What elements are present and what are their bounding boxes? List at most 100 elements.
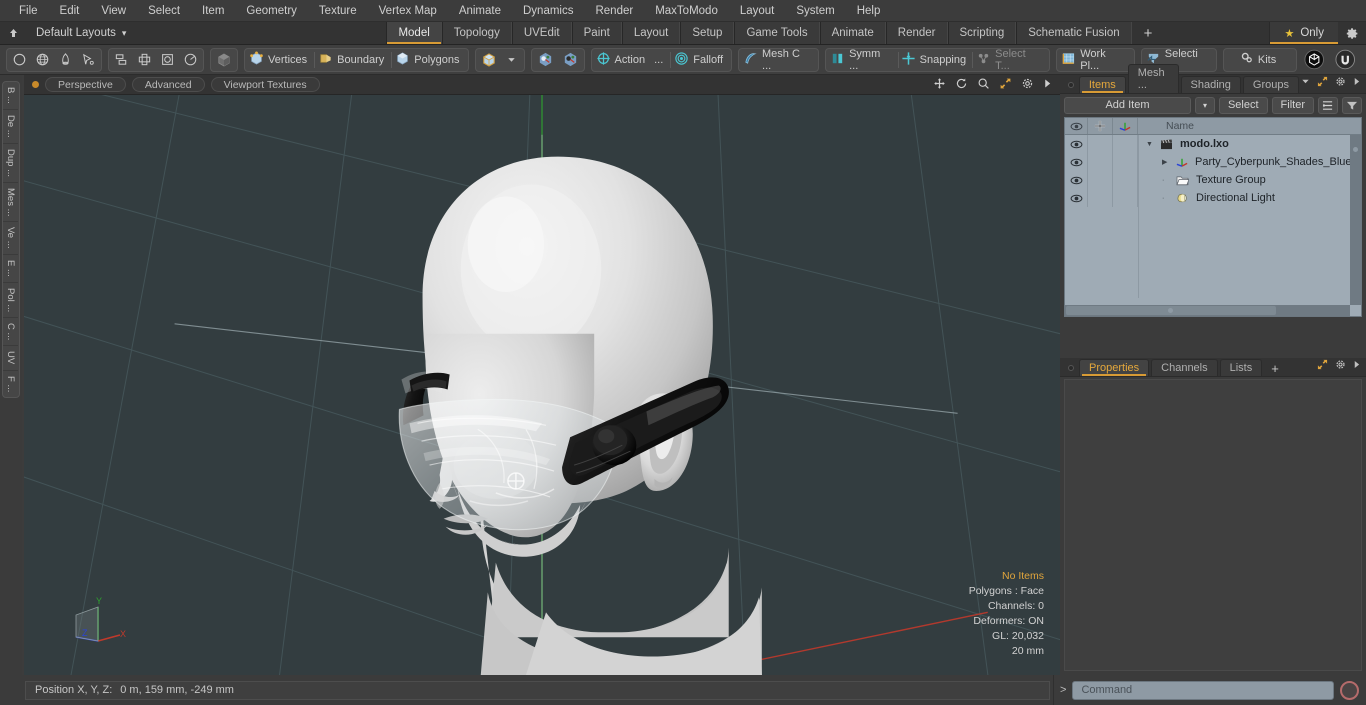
- row-lock-cell[interactable]: [1088, 189, 1113, 207]
- row-visibility-toggle[interactable]: [1065, 135, 1088, 153]
- row-lock-cell[interactable]: [1088, 153, 1113, 171]
- menu-item-layout[interactable]: Layout: [729, 3, 786, 19]
- wire-sphere-icon[interactable]: [558, 49, 583, 71]
- viewport-textures-selector[interactable]: Viewport Textures: [210, 77, 320, 92]
- selection-mode-polygons[interactable]: Polygons: [392, 49, 466, 71]
- item-list-row[interactable]: · Texture Group: [1065, 171, 1361, 189]
- row-name-cell[interactable]: ▶ Party_Cyberpunk_Shades_Blue: [1138, 156, 1361, 168]
- vertical-tab-1[interactable]: De ...: [3, 110, 18, 144]
- globe-tool-icon[interactable]: [31, 49, 54, 71]
- modo-logo-icon[interactable]: [1300, 49, 1328, 71]
- twirl-closed-icon[interactable]: ▶: [1162, 158, 1172, 166]
- gear-icon[interactable]: [1335, 359, 1346, 373]
- pan-icon[interactable]: [933, 77, 946, 93]
- tool-snapping[interactable]: Snapping: [899, 49, 973, 71]
- unreal-logo-icon[interactable]: [1331, 49, 1359, 71]
- add-layout-tab-button[interactable]: +: [1132, 22, 1165, 44]
- item-list-row[interactable]: · Directional Light: [1065, 189, 1361, 207]
- tool-mesh-c[interactable]: Mesh C ...: [740, 48, 817, 72]
- select-button[interactable]: Select: [1218, 96, 1268, 114]
- cube-gold-icon[interactable]: [477, 49, 501, 71]
- selection-mode-boundary[interactable]: Boundary: [315, 49, 391, 71]
- menu-item-edit[interactable]: Edit: [49, 3, 91, 19]
- fit-expand-icon[interactable]: [999, 77, 1012, 93]
- row-lock-cell[interactable]: [1088, 135, 1113, 153]
- vertical-tab-7[interactable]: C ...: [3, 318, 18, 347]
- item-list-row[interactable]: ▼ modo.lxo: [1065, 135, 1361, 153]
- menu-item-view[interactable]: View: [90, 3, 137, 19]
- cone-tool-icon[interactable]: [54, 49, 77, 71]
- gear-icon[interactable]: [1338, 22, 1366, 44]
- items-tab-shading[interactable]: Shading: [1180, 76, 1241, 93]
- tool-action[interactable]: Action...: [593, 49, 671, 71]
- expand-icon[interactable]: [1317, 76, 1328, 90]
- twirl-open-icon[interactable]: ▼: [1146, 141, 1156, 148]
- rotate-icon[interactable]: [955, 77, 968, 93]
- move-tool-icon[interactable]: [133, 49, 156, 71]
- menu-item-system[interactable]: System: [785, 3, 845, 19]
- vertical-tab-9[interactable]: F ...: [3, 371, 18, 397]
- vertical-tab-8[interactable]: UV: [3, 346, 18, 371]
- properties-tab-properties[interactable]: Properties: [1079, 359, 1150, 376]
- vertical-tab-2[interactable]: Dup ...: [3, 144, 18, 183]
- add-item-dropdown[interactable]: ▾: [1194, 96, 1215, 114]
- layout-tab-uvedit[interactable]: UVEdit: [511, 22, 572, 44]
- viewport-arrow-icon[interactable]: [1043, 78, 1052, 92]
- vertical-tab-3[interactable]: Mes ...: [3, 183, 18, 223]
- properties-tab-lists[interactable]: Lists: [1219, 359, 1263, 376]
- layout-tab-game-tools[interactable]: Game Tools: [734, 22, 820, 44]
- menu-item-item[interactable]: Item: [191, 3, 235, 19]
- row-axis-cell[interactable]: [1113, 171, 1138, 189]
- cube-dark-icon[interactable]: [212, 49, 236, 71]
- menu-item-animate[interactable]: Animate: [448, 3, 512, 19]
- menu-item-texture[interactable]: Texture: [308, 3, 368, 19]
- home-arrow-icon[interactable]: [0, 22, 26, 44]
- item-list-hscrollbar[interactable]: [1065, 305, 1350, 316]
- pen-tool-icon[interactable]: [77, 49, 100, 71]
- list-lines-icon[interactable]: [1318, 96, 1338, 114]
- default-layouts-selector[interactable]: Default Layouts ▾: [26, 22, 136, 44]
- row-name-cell[interactable]: ▼ modo.lxo: [1138, 138, 1361, 150]
- item-list-vscrollbar[interactable]: [1350, 135, 1361, 305]
- expand-icon[interactable]: [1317, 359, 1328, 373]
- row-visibility-toggle[interactable]: [1065, 153, 1088, 171]
- row-lock-cell[interactable]: [1088, 171, 1113, 189]
- menu-item-render[interactable]: Render: [584, 3, 644, 19]
- selection-mode-vertices[interactable]: Vertices: [246, 49, 314, 71]
- items-tab-items[interactable]: Items: [1078, 76, 1126, 93]
- row-visibility-toggle[interactable]: [1065, 189, 1088, 207]
- item-list-row[interactable]: ▶ Party_Cyberpunk_Shades_Blue: [1065, 153, 1361, 171]
- menu-item-maxtomodo[interactable]: MaxToModo: [644, 3, 729, 19]
- dropdown-caret-icon[interactable]: [501, 49, 523, 71]
- row-axis-cell[interactable]: [1113, 153, 1138, 171]
- gear-icon[interactable]: [1335, 76, 1346, 90]
- layout-tab-animate[interactable]: Animate: [819, 22, 886, 44]
- row-axis-cell[interactable]: [1113, 189, 1138, 207]
- frame-tool-icon[interactable]: [156, 49, 179, 71]
- layout-tab-scripting[interactable]: Scripting: [947, 22, 1017, 44]
- record-circle-icon[interactable]: [1340, 680, 1359, 700]
- align-tool-icon[interactable]: [110, 49, 133, 71]
- row-name-cell[interactable]: · Texture Group: [1138, 174, 1361, 186]
- items-tab-groups[interactable]: Groups: [1242, 76, 1299, 93]
- vertical-tab-4[interactable]: Ve ...: [3, 222, 18, 255]
- tool-symm[interactable]: Symm ...: [827, 48, 898, 72]
- arrow-right-icon[interactable]: [1353, 360, 1360, 372]
- layout-tab-setup[interactable]: Setup: [680, 22, 735, 44]
- command-input[interactable]: Command: [1072, 680, 1334, 700]
- viewport-3d-canvas[interactable]: No Items Polygons : Face Channels: 0 Deform…: [24, 95, 1060, 675]
- menu-item-help[interactable]: Help: [846, 3, 892, 19]
- vertical-tab-5[interactable]: E ...: [3, 255, 18, 283]
- tool-select-t[interactable]: Select T...: [973, 48, 1048, 72]
- layout-tab-model[interactable]: Model: [386, 22, 442, 44]
- zoom-magnifier-icon[interactable]: [977, 77, 990, 93]
- tool-falloff[interactable]: Falloff: [671, 49, 730, 71]
- menu-item-vertex-map[interactable]: Vertex Map: [368, 3, 448, 19]
- circle-tool-icon[interactable]: [8, 49, 31, 71]
- menu-item-dynamics[interactable]: Dynamics: [512, 3, 584, 19]
- vertical-tab-6[interactable]: Pol ...: [3, 283, 18, 318]
- chevron-down-icon[interactable]: [1301, 77, 1310, 89]
- viewport-projection-selector[interactable]: Perspective: [45, 77, 126, 92]
- shaded-sphere-icon[interactable]: [533, 49, 558, 71]
- item-list[interactable]: Name ▼ modo.lxo ▶ Party_Cyberpunk_Shades_Bl…: [1064, 117, 1362, 317]
